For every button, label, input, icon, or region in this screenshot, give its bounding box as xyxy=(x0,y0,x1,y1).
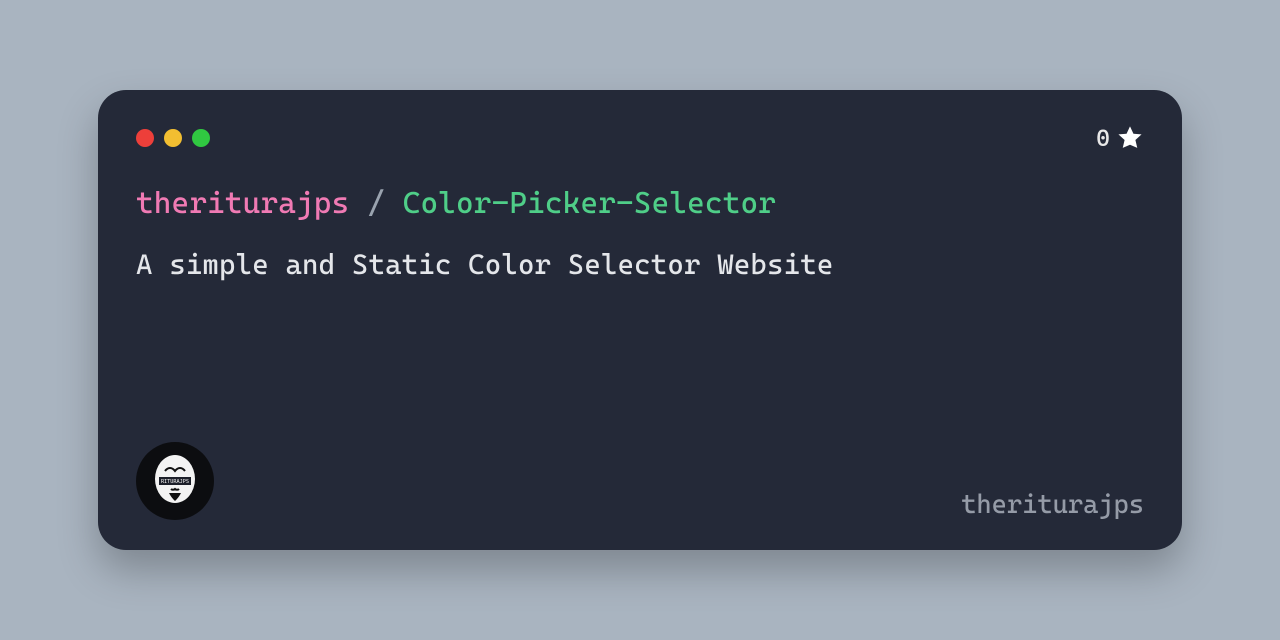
avatar[interactable]: RITURAJPS xyxy=(136,442,214,520)
minimize-dot-icon[interactable] xyxy=(164,129,182,147)
star-icon xyxy=(1116,124,1144,152)
avatar-mask-icon: RITURAJPS xyxy=(143,449,207,513)
star-counter: 0 xyxy=(1096,124,1144,152)
username-handle[interactable]: theriturajps xyxy=(961,490,1144,520)
window-titlebar: 0 xyxy=(136,126,1144,150)
repo-description: A simple and Static Color Selector Websi… xyxy=(136,245,1144,284)
breadcrumb-separator: / xyxy=(367,186,385,221)
spacer xyxy=(136,284,1144,442)
repo-owner[interactable]: theriturajps xyxy=(136,186,349,221)
avatar-banner-text: RITURAJPS xyxy=(161,479,189,485)
close-dot-icon[interactable] xyxy=(136,129,154,147)
maximize-dot-icon[interactable] xyxy=(192,129,210,147)
repo-name[interactable]: Color-Picker-Selector xyxy=(403,186,776,221)
star-count: 0 xyxy=(1096,124,1110,152)
card-footer: RITURAJPS theriturajps xyxy=(136,442,1144,520)
repo-card: 0 theriturajps / Color-Picker-Selector A… xyxy=(98,90,1182,550)
repo-breadcrumb: theriturajps / Color-Picker-Selector xyxy=(136,184,1144,223)
traffic-lights xyxy=(136,129,210,147)
